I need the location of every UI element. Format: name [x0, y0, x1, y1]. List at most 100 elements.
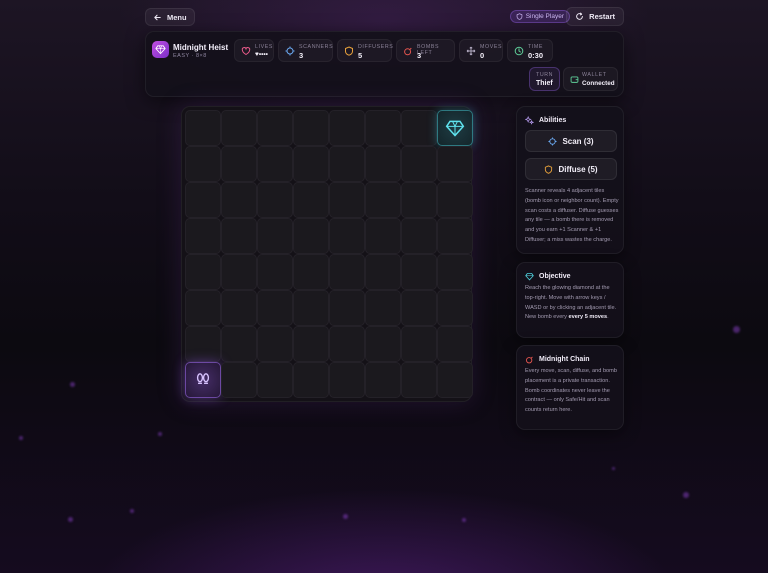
- board-tile[interactable]: [329, 218, 365, 254]
- restart-button[interactable]: Restart: [566, 7, 624, 26]
- diffusers-label: DIFFUSERS: [358, 44, 394, 50]
- board-tile[interactable]: [257, 326, 293, 362]
- chain-heading: Midnight Chain: [525, 355, 590, 364]
- board-tile[interactable]: [221, 362, 257, 398]
- background-sparkle: [68, 517, 73, 522]
- board-tile[interactable]: [293, 146, 329, 182]
- board-tile[interactable]: [401, 254, 437, 290]
- board-tile[interactable]: [221, 146, 257, 182]
- board-tile[interactable]: [365, 290, 401, 326]
- diamond-icon: [525, 273, 534, 281]
- board-tile[interactable]: [401, 290, 437, 326]
- board-tile[interactable]: [437, 182, 473, 218]
- board-tile[interactable]: [293, 326, 329, 362]
- board-tile[interactable]: [329, 290, 365, 326]
- turn-label: TURN: [536, 72, 554, 78]
- board-tile[interactable]: [293, 110, 329, 146]
- board-tile[interactable]: [185, 326, 221, 362]
- board-tile[interactable]: [401, 146, 437, 182]
- bomb-icon: [404, 47, 412, 56]
- board-tile[interactable]: [437, 362, 473, 398]
- board-tile[interactable]: [293, 362, 329, 398]
- abilities-panel: Abilities Scan (3) Diffuse (5) Scanner r…: [516, 106, 624, 254]
- board-tile[interactable]: [437, 146, 473, 182]
- board-tile[interactable]: [401, 326, 437, 362]
- chain-text: Every move, scan, diffuse, and bomb plac…: [525, 368, 617, 414]
- mode-label: Single Player: [525, 13, 564, 20]
- time-label: TIME: [528, 44, 544, 50]
- background-sparkle: [612, 467, 615, 470]
- board-tile[interactable]: [257, 290, 293, 326]
- chain-panel: Midnight Chain Every move, scan, diffuse…: [516, 345, 624, 430]
- menu-button[interactable]: Menu: [145, 8, 195, 26]
- game-logo: [152, 41, 169, 58]
- board-tile[interactable]: [365, 326, 401, 362]
- board-tile[interactable]: [329, 362, 365, 398]
- board-tile[interactable]: [257, 146, 293, 182]
- tile-grid: [185, 110, 473, 398]
- scanners-value: 3: [299, 51, 304, 60]
- background-sparkle: [733, 326, 740, 333]
- board-tile[interactable]: [437, 290, 473, 326]
- board-tile[interactable]: [437, 254, 473, 290]
- board-tile[interactable]: [365, 182, 401, 218]
- abilities-description: Scanner reveals 4 adjacent tiles (bomb i…: [525, 188, 619, 243]
- diffuse-button[interactable]: Diffuse (5): [525, 158, 617, 180]
- time-value: 0:30: [528, 51, 544, 60]
- board-tile[interactable]: [401, 218, 437, 254]
- scanners-label: SCANNERS: [299, 44, 334, 50]
- bombs-left-label: BOMBS LEFT: [417, 44, 440, 56]
- board-tile[interactable]: [365, 146, 401, 182]
- board-tile[interactable]: [329, 326, 365, 362]
- board-tile[interactable]: [329, 182, 365, 218]
- board-tile[interactable]: [401, 182, 437, 218]
- turn-value: Thief: [536, 80, 553, 87]
- board-tile[interactable]: [221, 110, 257, 146]
- board-tile[interactable]: [401, 110, 437, 146]
- board-tile[interactable]: [221, 218, 257, 254]
- wallet-status[interactable]: WALLET Connected: [563, 67, 618, 91]
- scan-button[interactable]: Scan (3): [525, 130, 617, 152]
- board-tile[interactable]: [437, 326, 473, 362]
- board-tile[interactable]: [221, 326, 257, 362]
- board-tile[interactable]: [365, 254, 401, 290]
- board-tile[interactable]: [185, 146, 221, 182]
- board-tile[interactable]: [401, 362, 437, 398]
- lives-label: LIVES: [255, 44, 274, 50]
- lives-stat: LIVES ♥••••: [234, 39, 274, 62]
- board-tile[interactable]: [221, 290, 257, 326]
- diffusers-stat: DIFFUSERS 5: [337, 39, 394, 62]
- board-tile[interactable]: [257, 110, 293, 146]
- diamond-icon: [155, 45, 166, 55]
- board-tile[interactable]: [365, 110, 401, 146]
- board-tile[interactable]: [437, 218, 473, 254]
- board-tile[interactable]: [329, 110, 365, 146]
- board-tile[interactable]: [257, 218, 293, 254]
- board-tile[interactable]: [293, 254, 329, 290]
- board-tile[interactable]: [221, 182, 257, 218]
- board-tile[interactable]: [293, 290, 329, 326]
- board-tile[interactable]: [185, 218, 221, 254]
- top-bar: Menu Single Player Restart: [145, 7, 624, 27]
- board-tile[interactable]: [185, 254, 221, 290]
- wallet-label: WALLET: [582, 72, 607, 78]
- goal-tile[interactable]: [437, 110, 473, 146]
- board-tile[interactable]: [185, 290, 221, 326]
- board-tile[interactable]: [257, 362, 293, 398]
- arrow-left-icon: [154, 14, 161, 20]
- board-tile[interactable]: [185, 182, 221, 218]
- board-tile[interactable]: [329, 146, 365, 182]
- board-tile[interactable]: [365, 218, 401, 254]
- board-tile[interactable]: [293, 182, 329, 218]
- board-tile[interactable]: [221, 254, 257, 290]
- player-tile[interactable]: [185, 362, 221, 398]
- board-tile[interactable]: [329, 254, 365, 290]
- board-tile[interactable]: [365, 362, 401, 398]
- board-tile[interactable]: [257, 182, 293, 218]
- board-tile[interactable]: [293, 218, 329, 254]
- board-tile[interactable]: [257, 254, 293, 290]
- scan-label: Scan (3): [562, 136, 594, 146]
- board-tile[interactable]: [185, 110, 221, 146]
- diamond-icon: [445, 120, 465, 137]
- wallet-icon: [570, 76, 579, 83]
